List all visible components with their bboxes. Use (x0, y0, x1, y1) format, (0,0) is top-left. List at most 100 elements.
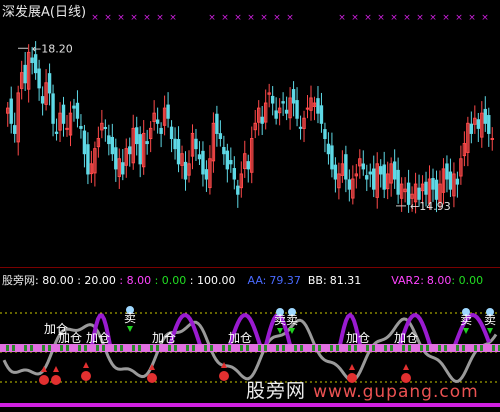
x-marker: × (247, 13, 255, 23)
x-marker: × (117, 13, 125, 23)
x-marker: × (208, 13, 216, 23)
sell-arrow (487, 328, 493, 334)
band-check (294, 345, 297, 351)
buy-arrow (53, 366, 59, 372)
candle-body (236, 185, 240, 195)
param-3: : 8.00 (115, 274, 152, 287)
candle-body (72, 105, 76, 109)
param-2: : 20.00 (73, 274, 116, 287)
x-marker: × (221, 13, 229, 23)
band-check (330, 345, 333, 351)
stock-name: 深发展A (2, 5, 50, 20)
candle-body (121, 162, 125, 175)
band-check (84, 345, 87, 351)
x-marker: × (364, 13, 372, 23)
candle-body (487, 115, 491, 134)
candle-body (51, 93, 55, 124)
candle-body (347, 179, 352, 190)
jiacang-label: 加仓 (152, 331, 176, 345)
band-check (318, 345, 321, 351)
x-marker: × (455, 13, 463, 23)
sell-arrow (277, 328, 283, 334)
candle-body (114, 147, 118, 170)
band-check (492, 345, 495, 351)
band-check (186, 345, 189, 351)
x-marker: × (91, 13, 99, 23)
x-marker: × (416, 13, 424, 23)
x-marker: × (442, 13, 450, 23)
jiacang-label: 加仓 (394, 331, 418, 345)
x-marker: × (130, 13, 138, 23)
band-check (42, 345, 45, 351)
candle-body (434, 179, 439, 200)
candle-body (344, 154, 348, 180)
band-check (366, 345, 369, 351)
candle-body (483, 108, 487, 124)
candle-body (40, 96, 45, 104)
candle-body (176, 139, 181, 165)
candle-body (372, 168, 376, 190)
band-check (426, 345, 429, 351)
candle-body (135, 127, 139, 145)
band-check (408, 345, 411, 351)
buy-arrow (83, 362, 89, 368)
param-1: : 80.00 (35, 274, 74, 287)
sell-label: 卖 (460, 313, 472, 327)
jiacang-label: 加仓 (86, 331, 110, 345)
band-check (462, 345, 465, 351)
buy-ball (147, 373, 157, 383)
sell-arrow (127, 326, 133, 332)
candle-body (448, 171, 453, 190)
bottom-bar (0, 403, 500, 407)
band-check (60, 345, 63, 351)
candle-body (445, 163, 449, 180)
sell-label: 卖 (484, 313, 496, 327)
param-4: : 0.00 (151, 274, 187, 287)
candle-body (107, 135, 111, 145)
candle-body (260, 116, 264, 124)
x-marker: × (273, 13, 281, 23)
indicator-name: 股旁网 (2, 274, 35, 287)
sell-arrow (289, 328, 295, 334)
candle-body (222, 147, 226, 155)
buy-arrow (349, 364, 355, 370)
band-check (102, 345, 105, 351)
watermark-text: 股旁网 (246, 380, 307, 402)
band-check (48, 345, 51, 351)
candle-body (9, 98, 13, 124)
candle-body (490, 138, 494, 140)
period-label: (日线) (49, 5, 87, 20)
candle-body (319, 105, 324, 124)
x-marker: × (429, 13, 437, 23)
candle-body (316, 98, 320, 114)
candle-body (225, 150, 230, 170)
sell-arrow (463, 328, 469, 334)
candle-body (396, 169, 400, 195)
candle-body (201, 150, 205, 175)
band-check (138, 345, 141, 351)
x-marker: × (351, 13, 359, 23)
x-marker: × (156, 13, 164, 23)
band-check (246, 345, 249, 351)
candle-body (246, 161, 250, 170)
candle-body (23, 64, 27, 84)
top-x-markers: × × × × × × × × × × × × × × × × × × × × × × × × × × (91, 13, 489, 23)
x-marker: × (169, 13, 177, 23)
x-marker: × (377, 13, 385, 23)
band-check (192, 345, 195, 351)
chart-canvas: × × × × × × × × × × × × × × × × × × × × × × × × × × ←18.20←14.93 … (0, 13, 500, 407)
candle-body (281, 101, 285, 104)
band-check (438, 345, 441, 351)
band-check (390, 345, 393, 351)
candle-body (333, 164, 338, 180)
watermark-url: www.gupang.com (313, 382, 479, 402)
candle-body (37, 68, 41, 89)
sell-label: 卖 (286, 313, 298, 327)
candle-body (145, 141, 149, 145)
band-check (168, 345, 171, 351)
candle-body (169, 126, 174, 139)
candle-body (295, 100, 299, 119)
x-marker: × (468, 13, 476, 23)
bb-value: 81.31 (329, 274, 362, 287)
band-check (204, 345, 207, 351)
